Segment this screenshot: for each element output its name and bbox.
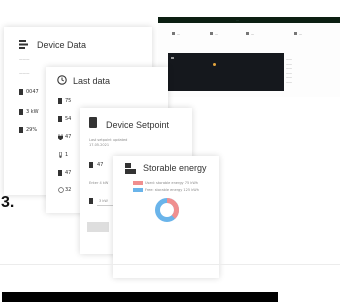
device-data-value: 0047 bbox=[26, 89, 39, 95]
setpoint-submit-button[interactable] bbox=[87, 222, 109, 232]
battery-icon bbox=[89, 162, 93, 168]
dashboard-tab[interactable]: — bbox=[210, 32, 218, 36]
last-data-value: 47 bbox=[65, 134, 72, 140]
device-data-title: Device Data bbox=[37, 40, 87, 50]
dashboard-tab[interactable]: — bbox=[172, 32, 180, 36]
setpoint-value: 47 bbox=[97, 162, 104, 168]
map-marker-icon bbox=[171, 57, 174, 59]
setpoint-updated-text: Last setpoint updated 17.05.2021 bbox=[89, 138, 128, 147]
list-icon bbox=[19, 40, 28, 49]
storage-icon bbox=[125, 163, 136, 174]
storable-energy-card: Storable energy Used: storable energy 75… bbox=[113, 156, 219, 278]
last-data-value: 47 bbox=[65, 170, 72, 176]
device-setpoint-title: Device Setpoint bbox=[106, 120, 170, 130]
section-number: 3. bbox=[1, 194, 15, 211]
battery-icon bbox=[58, 116, 62, 122]
device-data-value: 3 kW bbox=[26, 109, 39, 115]
last-data-value: 1 bbox=[65, 152, 69, 158]
battery-icon bbox=[58, 170, 62, 176]
battery-icon bbox=[19, 89, 23, 95]
storable-energy-title: Storable energy bbox=[143, 163, 207, 173]
legend-item-used: Used: storable energy 75 kWh bbox=[133, 181, 198, 185]
setpoint-input-label: Enter 4 kW bbox=[89, 181, 109, 185]
divider bbox=[0, 264, 340, 265]
thermometer-icon bbox=[59, 152, 62, 158]
last-data-value: 54 bbox=[65, 116, 72, 122]
dashboard-side-list: —— —— —— —— —— —— bbox=[286, 57, 292, 84]
legend-swatch-used bbox=[133, 181, 143, 185]
battery-icon bbox=[89, 198, 93, 204]
device-data-value: 29% bbox=[26, 127, 38, 133]
dashboard-preview: ··· — — — — —— —— —— —— —— —— bbox=[158, 17, 340, 97]
dashboard-header-bar: ··· bbox=[158, 17, 340, 23]
battery-icon bbox=[19, 127, 23, 133]
bottom-bar bbox=[2, 292, 278, 302]
device-icon bbox=[89, 117, 97, 128]
plug-icon bbox=[58, 134, 63, 140]
last-data-value: 32 bbox=[65, 187, 72, 193]
legend-swatch-free bbox=[133, 188, 143, 192]
dashboard-map[interactable] bbox=[168, 53, 284, 91]
device-data-subtitle: ——— bbox=[19, 57, 30, 61]
clock-icon bbox=[57, 75, 67, 85]
battery-icon bbox=[19, 109, 23, 115]
last-data-value: 75 bbox=[65, 98, 72, 104]
timer-icon bbox=[58, 187, 64, 193]
dashboard-tab[interactable]: — bbox=[294, 32, 302, 36]
battery-icon bbox=[58, 98, 62, 104]
energy-donut-chart bbox=[155, 198, 179, 222]
last-data-title: Last data bbox=[73, 76, 111, 86]
dashboard-header-title: ··· bbox=[236, 18, 239, 22]
device-data-label: ——— bbox=[19, 71, 30, 75]
dashboard-tab[interactable]: — bbox=[246, 32, 254, 36]
map-pin-icon[interactable] bbox=[213, 63, 216, 66]
legend-item-free: Free: storable energy 125 kWh bbox=[133, 188, 199, 192]
